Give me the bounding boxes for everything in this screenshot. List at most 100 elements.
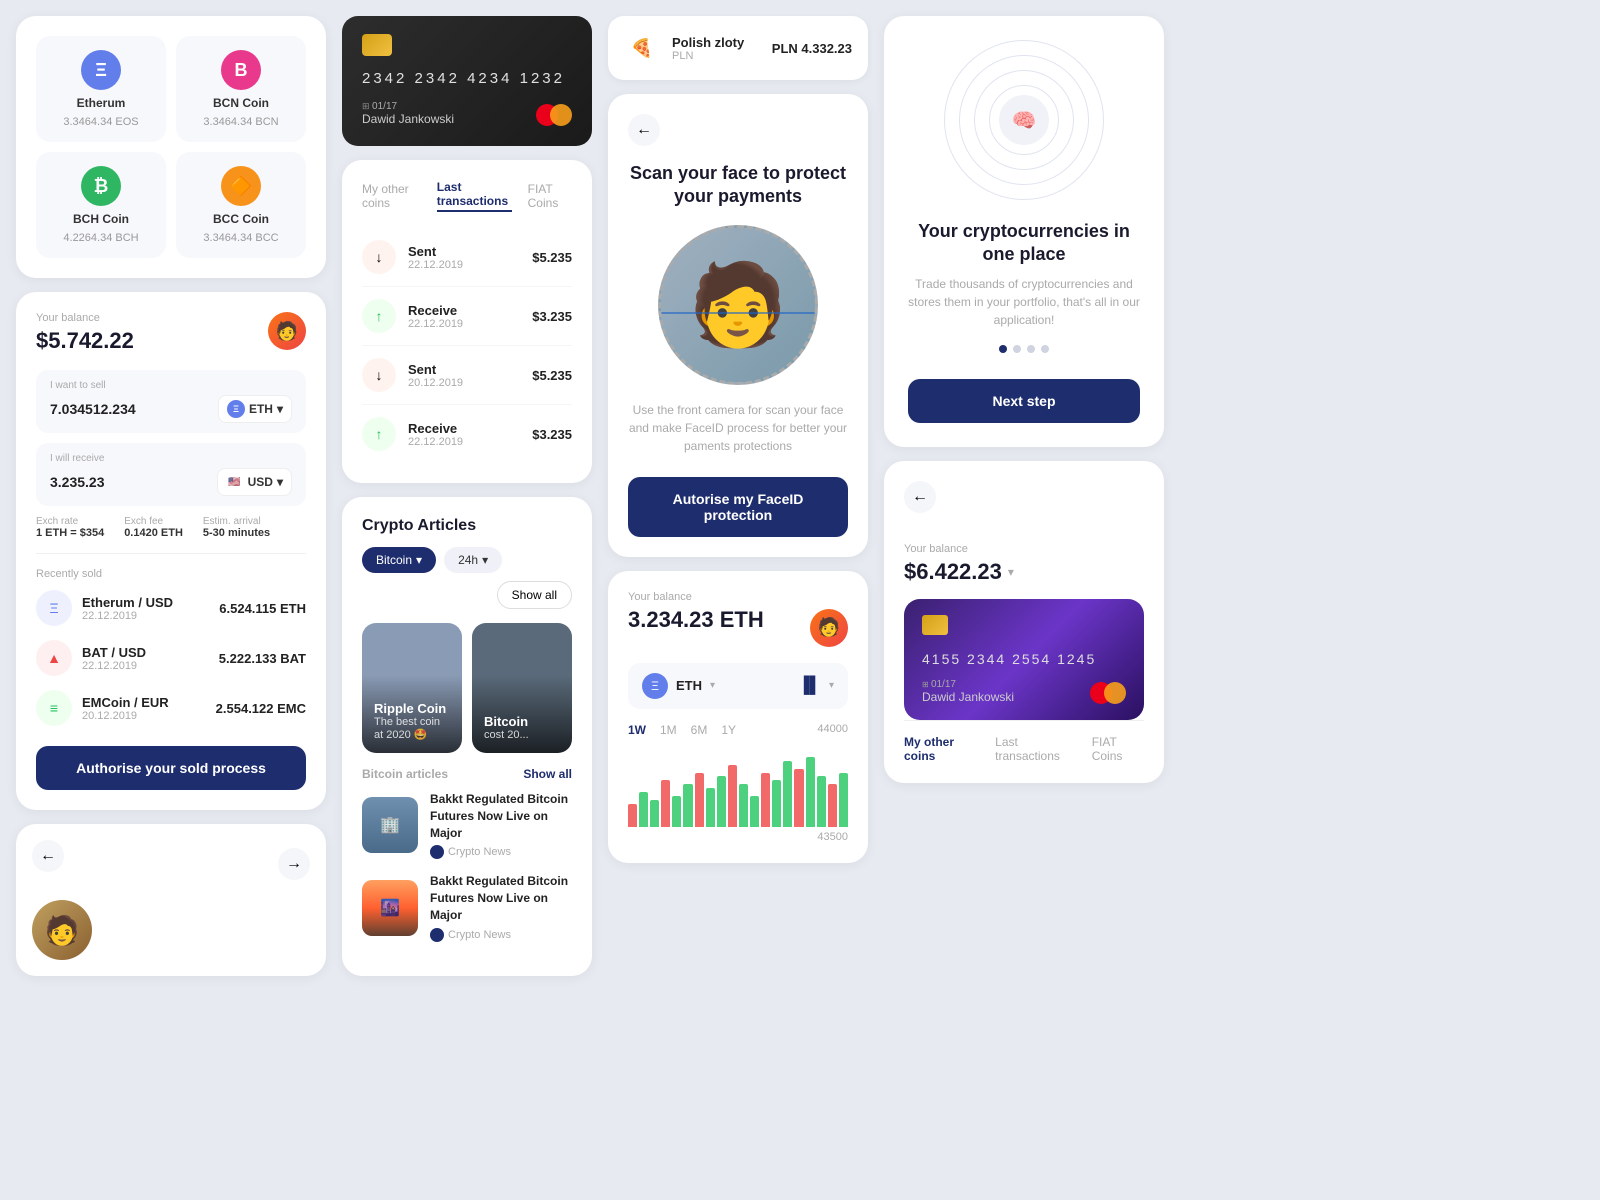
- portfolio-card: 🧠 Your cryptocurrencies in one place Tra…: [884, 16, 1164, 447]
- coin-item-bch[interactable]: ₿ BCH Coin 4.2264.34 BCH: [36, 152, 166, 258]
- bcn-name: BCN Coin: [213, 96, 269, 110]
- eth-dropdown-icon[interactable]: ▾: [710, 680, 715, 691]
- txn-date-2: 20.12.2019: [408, 377, 463, 389]
- time-tab-1w[interactable]: 1W: [628, 723, 646, 737]
- chart-bar-13: [772, 780, 781, 827]
- faceid-button[interactable]: Autorise my FaceID protection: [628, 477, 848, 537]
- small-card-back[interactable]: ←: [32, 840, 64, 872]
- bch-name: BCH Coin: [73, 212, 129, 226]
- chart-bar-8: [717, 776, 726, 827]
- fiat-icon: 🍕: [624, 30, 660, 66]
- trade-name-2: EMCoin / EUR: [82, 695, 169, 710]
- coin-item-bcn[interactable]: B BCN Coin 3.3464.34 BCN: [176, 36, 306, 142]
- txn-item-3[interactable]: ↑ Receive 22.12.2019 $3.235: [362, 405, 572, 463]
- face-scan-back[interactable]: ←: [628, 114, 660, 146]
- txn-name-0: Sent: [408, 244, 463, 259]
- trade-date-1: 22.12.2019: [82, 660, 146, 672]
- authorise-sell-button[interactable]: Authorise your sold process: [36, 746, 306, 790]
- person-avatar: 🧑: [32, 900, 92, 960]
- filter-24h[interactable]: 24h ▾: [444, 547, 502, 573]
- receive-currency-chevron: ▾: [277, 475, 283, 489]
- chart-bar-7: [706, 788, 715, 827]
- bcn-icon: B: [221, 50, 261, 90]
- tab-fiat-coins[interactable]: FIAT Coins: [528, 182, 572, 210]
- chart-bar-1: [639, 792, 648, 827]
- dot-2[interactable]: [1013, 345, 1021, 353]
- right-balance-dropdown[interactable]: ▾: [1008, 565, 1014, 579]
- column-2: 2342 2342 4234 1232 ⊞ 01/17 Dawid Jankow…: [342, 16, 592, 1184]
- bitcoin-show-all[interactable]: Show all: [523, 767, 572, 781]
- txn-recv-icon-3: ↑: [362, 417, 396, 451]
- chart-low-label: 43500: [628, 831, 848, 843]
- txn-item-0[interactable]: ↓ Sent 22.12.2019 $5.235: [362, 228, 572, 287]
- article-title-1: Bakkt Regulated Bitcoin Futures Now Live…: [430, 873, 572, 923]
- trade-item-etherum[interactable]: Ξ Etherum / USD 22.12.2019 6.524.115 ETH: [36, 590, 306, 626]
- coin-item-bcc[interactable]: 🔶 BCC Coin 3.3464.34 BCC: [176, 152, 306, 258]
- mastercard-logo: [536, 104, 572, 126]
- etherum-amount: 3.3464.34 EOS: [63, 116, 138, 128]
- receive-input-group[interactable]: I will receive 3.235.23 🇺🇸 USD ▾: [36, 443, 306, 506]
- trade-item-emcoin[interactable]: ≡ EMCoin / EUR 20.12.2019 2.554.122 EMC: [36, 690, 306, 726]
- txn-name-2: Sent: [408, 362, 463, 377]
- time-tabs: 1W 1M 6M 1Y 44000: [628, 723, 848, 737]
- txn-item-1[interactable]: ↑ Receive 22.12.2019 $3.235: [362, 287, 572, 346]
- txn-amount-1: $3.235: [532, 309, 572, 324]
- time-tab-1y[interactable]: 1Y: [721, 723, 736, 737]
- txn-sent-icon-0: ↓: [362, 240, 396, 274]
- time-tab-1m[interactable]: 1M: [660, 723, 677, 737]
- token-row[interactable]: Ξ ETH ▾ ▐▌ ▾: [628, 663, 848, 709]
- receive-value: 3.235.23: [50, 474, 105, 490]
- time-tab-6m[interactable]: 6M: [691, 723, 708, 737]
- sell-currency-badge[interactable]: Ξ ETH ▾: [218, 395, 292, 423]
- receive-currency-badge[interactable]: 🇺🇸 USD ▾: [217, 468, 292, 496]
- tab-last-transactions[interactable]: Last transactions: [437, 180, 512, 212]
- exch-fee-value: 0.1420 ETH: [124, 527, 183, 539]
- tab-my-coins[interactable]: My other coins: [362, 182, 421, 210]
- chart-bar-4: [672, 796, 681, 827]
- exch-rate-value: 1 ETH = $354: [36, 527, 104, 539]
- sell-value: 7.034512.234: [50, 401, 136, 417]
- coin-item-etherum[interactable]: Ξ Etherum 3.3464.34 EOS: [36, 36, 166, 142]
- bch-amount: 4.2264.34 BCH: [63, 232, 138, 244]
- article-card-bitcoin[interactable]: Bitcoin cost 20...: [472, 623, 572, 753]
- article-list-item-1[interactable]: 🌆 Bakkt Regulated Bitcoin Futures Now Li…: [362, 873, 572, 941]
- right-tab-fiat[interactable]: FIAT Coins: [1092, 735, 1144, 763]
- eth-chevron-icon[interactable]: ▾: [829, 680, 834, 691]
- chart-bar-9: [728, 765, 737, 827]
- txn-item-2[interactable]: ↓ Sent 20.12.2019 $5.235: [362, 346, 572, 405]
- eth-balance-label: Your balance: [628, 591, 848, 603]
- dot-1[interactable]: [999, 345, 1007, 353]
- article-list-item-0[interactable]: 🏢 Bakkt Regulated Bitcoin Futures Now Li…: [362, 791, 572, 859]
- small-card-forward[interactable]: →: [278, 848, 310, 880]
- chart-bar-10: [739, 784, 748, 827]
- bitcoin-article-sub: cost 20...: [484, 729, 529, 741]
- dot-4[interactable]: [1041, 345, 1049, 353]
- dot-3[interactable]: [1027, 345, 1035, 353]
- next-step-button[interactable]: Next step: [908, 379, 1140, 423]
- chart-bar-12: [761, 773, 770, 827]
- article-card-ripple[interactable]: Ripple Coin The best coin at 2020 🤩: [362, 623, 462, 753]
- fiat-name: Polish zloty: [672, 35, 760, 50]
- right-tab-coins[interactable]: My other coins: [904, 735, 979, 763]
- right-card-back[interactable]: ←: [904, 481, 936, 513]
- filter-bitcoin[interactable]: Bitcoin ▾: [362, 547, 436, 573]
- txn-amount-0: $5.235: [532, 250, 572, 265]
- trade-item-bat[interactable]: ▲ BAT / USD 22.12.2019 5.222.133 BAT: [36, 640, 306, 676]
- eth-currency-icon: Ξ: [227, 400, 245, 418]
- sell-input-group[interactable]: I want to sell 7.034512.234 Ξ ETH ▾: [36, 370, 306, 433]
- sell-label: I want to sell: [50, 380, 292, 391]
- bitcoin-article-label: Bitcoin: [484, 714, 529, 729]
- right-tab-transactions[interactable]: Last transactions: [995, 735, 1076, 763]
- small-bottom-card: ← → 🧑: [16, 824, 326, 976]
- source-icon-1: [430, 928, 444, 942]
- article-cards-row: Ripple Coin The best coin at 2020 🤩 Bitc…: [362, 623, 572, 753]
- face-circle: 🧑: [658, 225, 818, 385]
- right-tab-row: My other coins Last transactions FIAT Co…: [904, 720, 1144, 763]
- chart-bar-17: [817, 776, 826, 827]
- transaction-tabs: My other coins Last transactions FIAT Co…: [362, 180, 572, 212]
- show-all-button[interactable]: Show all: [497, 581, 572, 609]
- purple-card-expiry: ⊞ 01/17: [922, 679, 1014, 690]
- eth-balance-card: Your balance 3.234.23 ETH 🧑 Ξ ETH ▾ ▐▌ ▾…: [608, 571, 868, 863]
- divider-1: [36, 553, 306, 554]
- face-emoji: 🧑: [688, 258, 788, 352]
